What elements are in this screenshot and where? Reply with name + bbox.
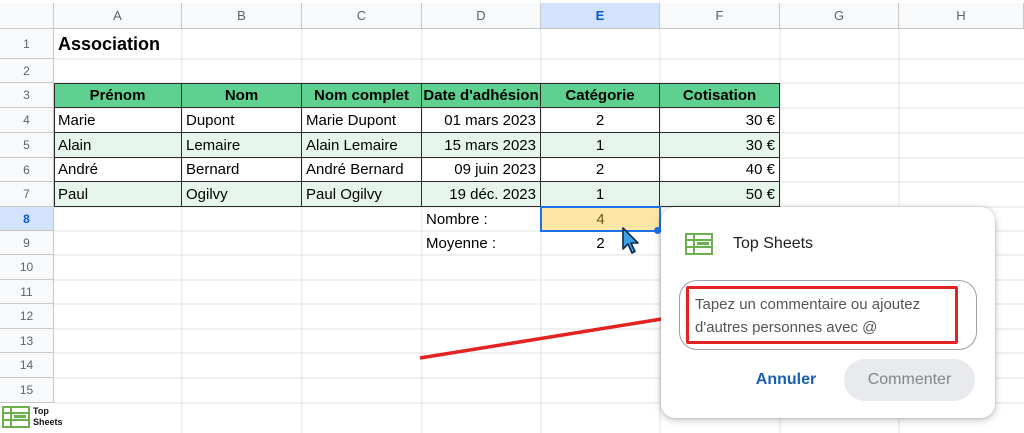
sheet-title[interactable]: Association <box>54 29 182 59</box>
table-cell[interactable]: Dupont <box>182 108 302 133</box>
row-header-13[interactable]: 13 <box>0 329 54 353</box>
popup-brand-name: Top Sheets <box>733 235 814 252</box>
column-header-a[interactable]: A <box>54 3 182 29</box>
active-cell-count[interactable]: 4 <box>540 206 661 232</box>
row-header-7[interactable]: 7 <box>0 182 54 207</box>
column-header-f[interactable]: F <box>660 3 780 29</box>
watermark-text: Top Sheets <box>33 406 63 428</box>
header-cell-nom-complet[interactable]: Nom complet <box>302 83 422 108</box>
table-cell[interactable]: 09 juin 2023 <box>422 158 541 182</box>
average-value[interactable]: 2 <box>541 231 660 255</box>
row-header-1[interactable]: 1 <box>0 29 54 59</box>
table-cell[interactable]: Paul Ogilvy <box>302 182 422 207</box>
table-cell[interactable]: Bernard <box>182 158 302 182</box>
comment-submit-button[interactable]: Commenter <box>844 359 975 401</box>
header-cell-nom[interactable]: Nom <box>182 83 302 108</box>
column-header-c[interactable]: C <box>302 3 422 29</box>
mouse-pointer-icon <box>622 227 639 254</box>
table-cell[interactable]: 30 € <box>660 108 780 133</box>
row-header-15[interactable]: 15 <box>0 378 54 403</box>
row-header-2[interactable]: 2 <box>0 59 54 83</box>
table-cell[interactable]: Alain <box>54 133 182 158</box>
row-header-9[interactable]: 9 <box>0 231 54 255</box>
table-cell[interactable]: 19 déc. 2023 <box>422 182 541 207</box>
count-label[interactable]: Nombre : <box>422 207 541 231</box>
row-header-3[interactable]: 3 <box>0 83 54 108</box>
column-header-h[interactable]: H <box>899 3 1024 29</box>
header-cell-date[interactable]: Date d'adhésion <box>422 83 541 108</box>
row-header-14[interactable]: 14 <box>0 353 54 378</box>
comment-popup: Top Sheets Tapez un commentaire ou ajout… <box>661 207 995 418</box>
table-cell[interactable]: 1 <box>541 133 660 158</box>
watermark-line-2: Sheets <box>33 417 63 427</box>
column-header-d[interactable]: D <box>422 3 541 29</box>
popup-header: Top Sheets <box>685 233 813 255</box>
column-header-g[interactable]: G <box>780 3 899 29</box>
table-cell[interactable]: Alain Lemaire <box>302 133 422 158</box>
spreadsheet: A B C D E F G H 1 2 3 4 5 6 7 8 9 10 11 … <box>0 0 1024 433</box>
column-header-e[interactable]: E <box>541 3 660 29</box>
cancel-button[interactable]: Annuler <box>744 360 828 400</box>
watermark-line-1: Top <box>33 406 49 416</box>
table-cell[interactable]: Marie <box>54 108 182 133</box>
table-cell[interactable]: Marie Dupont <box>302 108 422 133</box>
comment-input-container: Tapez un commentaire ou ajoutez d'autres… <box>679 280 977 350</box>
column-header-bar: A B C D E F G H <box>0 3 1024 29</box>
table-cell[interactable]: 01 mars 2023 <box>422 108 541 133</box>
average-label[interactable]: Moyenne : <box>422 231 541 255</box>
table-cell[interactable]: 1 <box>541 182 660 207</box>
header-cell-cotisation[interactable]: Cotisation <box>660 83 780 108</box>
top-sheets-watermark-icon <box>2 406 30 428</box>
top-sheets-logo-icon <box>685 233 713 255</box>
table-cell[interactable]: 15 mars 2023 <box>422 133 541 158</box>
row-header-5[interactable]: 5 <box>0 133 54 158</box>
watermark-logo: Top Sheets <box>2 406 63 428</box>
table-cell[interactable]: André Bernard <box>302 158 422 182</box>
selection-fill-handle[interactable] <box>654 227 661 234</box>
table-cell[interactable]: 40 € <box>660 158 780 182</box>
header-cell-categorie[interactable]: Catégorie <box>541 83 660 108</box>
row-header-6[interactable]: 6 <box>0 158 54 182</box>
table-cell[interactable]: 30 € <box>660 133 780 158</box>
row-header-11[interactable]: 11 <box>0 280 54 304</box>
row-header-4[interactable]: 4 <box>0 108 54 133</box>
row-header-10[interactable]: 10 <box>0 255 54 280</box>
header-cell-prenom[interactable]: Prénom <box>54 83 182 108</box>
select-all-corner[interactable] <box>0 3 54 29</box>
comment-input[interactable]: Tapez un commentaire ou ajoutez d'autres… <box>686 286 958 344</box>
table-cell[interactable]: 50 € <box>660 182 780 207</box>
column-header-b[interactable]: B <box>182 3 302 29</box>
table-cell[interactable]: Paul <box>54 182 182 207</box>
table-cell[interactable]: André <box>54 158 182 182</box>
table-cell[interactable]: Ogilvy <box>182 182 302 207</box>
row-header-12[interactable]: 12 <box>0 304 54 329</box>
row-header-8[interactable]: 8 <box>0 207 54 231</box>
table-cell[interactable]: Lemaire <box>182 133 302 158</box>
table-cell[interactable]: 2 <box>541 158 660 182</box>
table-cell[interactable]: 2 <box>541 108 660 133</box>
